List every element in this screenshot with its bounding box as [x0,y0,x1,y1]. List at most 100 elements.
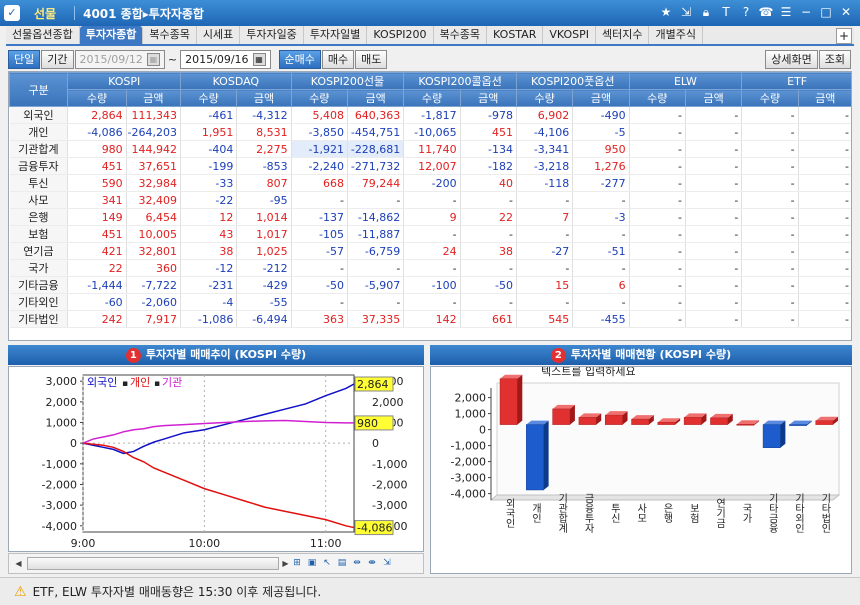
tab-0[interactable]: 선물옵션종합 [6,26,80,44]
table-cell: - [629,310,686,328]
tab-9[interactable]: VKOSPI [543,26,596,44]
detail-view-button[interactable]: 상세화면 [765,49,818,69]
table-cell: - [798,242,851,260]
table-cell: 640,363 [347,106,405,124]
table-cell: 363 [291,310,348,328]
tab-7[interactable]: 복수종목 [434,26,488,44]
close-icon[interactable]: ✕ [838,4,854,20]
column-group-header[interactable]: KOSDAQ [180,72,292,90]
chart-tool-fit-icon[interactable]: ⇲ [381,557,393,570]
table-cell: 2,864 [67,106,127,124]
calendar-icon[interactable]: ▦ [252,52,266,66]
table-row[interactable]: 외국인 2,864 111,343 -461 -4,312 5,408 640,363 -1,… [9,106,851,124]
table-row[interactable]: 기타법인 242 7,917 -1,086 -6,494 363 37,335 142 661 5… [9,310,851,328]
table-cell: 9 [403,208,461,226]
scroll-left-icon[interactable]: ◀ [12,557,25,570]
table-cell: 1,951 [180,123,238,141]
y-tick-label: 2,000 [455,392,487,405]
column-group-header[interactable]: KOSPI200풋옵션 [515,72,630,90]
table-row[interactable]: 금융투자 451 37,651 -199 -853 -2,240 -271,732 12,00… [9,157,851,175]
x-tick-label: 9:00 [71,537,96,550]
menu-icon[interactable]: ☰ [778,4,794,20]
maximize-icon[interactable]: □ [818,4,834,20]
tab-1[interactable]: 투자자종합 [79,26,144,44]
text-icon[interactable]: T [718,4,734,20]
tab-11[interactable]: 개별주식 [649,26,703,44]
table-row[interactable]: 보험 451 10,005 43 1,017 -105 -11,887- - - - - - - - [9,225,851,243]
table-cell: -12 [180,259,238,277]
column-group-header[interactable]: ELW [628,72,743,90]
table-cell: - [572,293,630,311]
table-row[interactable]: 국가 22 360 -12 -212- - - - - - - - - - [9,259,851,277]
sell-button[interactable]: 매도 [355,49,388,69]
minimize-icon[interactable]: − [798,4,814,20]
net-buy-button[interactable]: 순매수 [278,49,321,69]
x-category-label: 국가 [740,503,752,524]
table-cell: - [629,106,686,124]
chart-scrollbar[interactable]: ◀ ▶ ⊞ ▣ ↖ ▤ ⇹ ⇼ ⇲ [8,553,424,574]
export-icon[interactable]: ⇲ [678,4,694,20]
scroll-thumb[interactable] [27,557,279,570]
bar-side [780,420,786,448]
x-category-label: 기관합계 [556,493,568,534]
buy-button[interactable]: 매수 [321,49,355,69]
table-row[interactable]: 투신 590 32,984 -33 807 668 79,244 -200 40 -118 -277… [9,174,851,192]
table-row[interactable]: 은행 149 6,454 12 1,014 -137 -14,862 9 22 7 -3- - - - [9,208,851,226]
tab-6[interactable]: KOSPI200 [367,26,434,44]
period-mode-button[interactable]: 기간 [41,49,74,69]
column-group-header[interactable]: KOSPI [67,72,182,90]
table-cell: 37,651 [126,157,182,175]
single-mode-button[interactable]: 단일 [8,49,41,69]
tab-10[interactable]: 섹터지수 [596,26,650,44]
table-cell: 11,740 [403,140,461,158]
table-row[interactable]: 기타금융 -1,444 -7,722 -231 -429 -50 -5,907 -100 -50… [9,276,851,294]
favorite-star-icon[interactable]: ★ [658,4,674,20]
phone-icon[interactable]: ☎ [758,4,774,20]
chart-tool-table-icon[interactable]: ▤ [336,557,348,570]
table-cell: 7,917 [126,310,182,328]
table-cell: - [685,259,743,277]
date-to-field[interactable]: 2015/09/16 ▦ [180,49,271,69]
table-cell: - [629,191,686,209]
table-cell: -228,681 [347,140,405,158]
column-group-header[interactable]: KOSPI200선물 [290,72,405,90]
chart-tool-compress-icon[interactable]: ⇹ [351,557,363,570]
table-cell: -134 [460,140,517,158]
tab-2[interactable]: 복수종목 [143,26,197,44]
query-button[interactable]: 조회 [818,49,851,69]
table-row[interactable]: 기타외인 -60 -2,060 -4 -55- - - - - - - - - - [9,293,851,311]
column-group-header[interactable]: ETF [741,72,851,90]
table-row[interactable]: 개인 -4,086 -264,203 1,951 8,531 -3,850 -454,751… [9,123,851,141]
column-group-header[interactable]: KOSPI200콜옵션 [403,72,517,90]
x-category-label: 연기금 [714,498,726,528]
table-row[interactable]: 연기금 421 32,801 38 1,025 -57 -6,759 24 38 -27 -51- -… [9,242,851,260]
chart-tool-expand-icon[interactable]: ⇼ [366,557,378,570]
table-cell: -200 [403,174,461,192]
table-row[interactable]: 사모 341 32,409 -22 -95- - - - - - - - - - [9,191,851,209]
table-cell: -3,341 [516,140,574,158]
row-label: 개인 [9,123,69,141]
status-bar-chart[interactable]: 텍스트를 입력하세요 2,000 1,000 0 -1,000 -2,000 -3,000 -… [430,364,852,574]
tab-5[interactable]: 투자자일별 [304,26,368,44]
lock-icon[interactable]: 🔒︎ [698,4,714,20]
help-icon[interactable]: ? [738,4,754,20]
row-label: 외국인 [9,106,69,124]
chart-tool-comment-icon[interactable]: ▣ [306,557,318,570]
table-cell: 980 [67,140,127,158]
chart-tool-zoom-icon[interactable]: ⊞ [291,557,303,570]
trend-line-chart[interactable]: 3,0003,0002,0002,0001,0001,00000-1,000-1… [8,366,424,552]
table-cell: 451 [67,225,127,243]
table-cell: 10,005 [126,225,182,243]
table-cell: 1,025 [236,242,292,260]
tab-8[interactable]: KOSTAR [487,26,544,44]
tab-3[interactable]: 시세표 [197,26,241,44]
amount-header: 금액 [346,89,405,107]
row-label: 투신 [9,174,69,192]
y-tick-label: 3,000 [46,375,78,388]
y-tick-label: 1,000 [46,417,78,430]
row-label: 사모 [9,191,69,209]
add-tab-icon[interactable]: + [836,28,852,44]
chart-tool-cursor-icon[interactable]: ↖ [321,557,333,570]
table-row[interactable]: 기관합계 980 144,942 -404 2,275 -1,921 -228,681 11,… [9,140,851,158]
tab-4[interactable]: 투자자일중 [240,26,304,44]
